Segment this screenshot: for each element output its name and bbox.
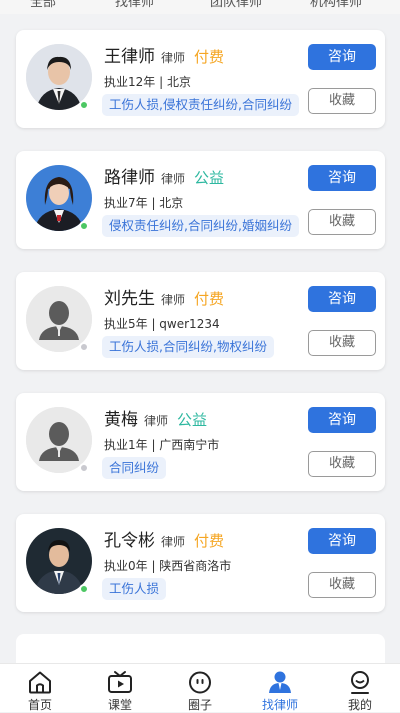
practice-tags: 侵权责任纠纷,合同纠纷,婚姻纠纷 <box>102 215 299 237</box>
consult-button[interactable]: 咨询 <box>308 44 376 70</box>
filter-tab[interactable]: 全部 <box>30 0 56 10</box>
consult-button[interactable]: 咨询 <box>308 286 376 312</box>
online-status-dot <box>79 100 89 110</box>
tab-classroom[interactable]: 课堂 <box>80 664 160 712</box>
lawyer-role: 律师 <box>161 293 186 307</box>
fee-badge: 付费 <box>194 290 225 308</box>
filter-tab[interactable]: 团队律师 <box>210 0 262 10</box>
tab-profile[interactable]: 我的 <box>320 664 400 712</box>
consult-button[interactable]: 咨询 <box>308 528 376 554</box>
tv-icon <box>108 671 132 693</box>
practice-tags: 工伤人损 <box>102 578 167 600</box>
lawyer-meta: 执业12年 | 北京 <box>104 75 191 89</box>
lawyer-card[interactable]: 黄梅 律师 公益 执业1年 | 广西南宁市 合同纠纷 咨询 收藏 <box>16 393 385 491</box>
online-status-dot <box>79 584 89 594</box>
tab-label: 找律师 <box>261 698 298 712</box>
favorite-button[interactable]: 收藏 <box>308 572 376 598</box>
tab-label: 圈子 <box>187 698 212 712</box>
lawyer-card[interactable]: 孔令彬 律师 付费 执业0年 | 陕西省商洛市 工伤人损 咨询 收藏 <box>16 514 385 612</box>
lawyer-card[interactable]: 刘先生 律师 付费 执业5年 | qwer1234 工伤人损,合同纠纷,物权纠纷… <box>16 272 385 370</box>
fee-badge: 付费 <box>194 532 225 550</box>
lawyer-name: 路律师 <box>104 168 155 188</box>
favorite-button[interactable]: 收藏 <box>308 451 376 477</box>
fee-badge: 付费 <box>194 48 225 66</box>
practice-tags: 工伤人损,侵权责任纠纷,合同纠纷 <box>102 94 299 116</box>
favorite-button[interactable]: 收藏 <box>308 209 376 235</box>
tab-circle[interactable]: 圈子 <box>160 664 240 712</box>
lawyer-name: 王律师 <box>104 47 155 67</box>
lawyer-name: 孔令彬 <box>104 531 155 551</box>
filter-tab[interactable]: 机构律师 <box>310 0 362 10</box>
tab-find-lawyer[interactable]: 找律师 <box>240 664 320 712</box>
profile-icon <box>351 671 369 694</box>
home-icon <box>29 671 51 694</box>
lawyer-card[interactable]: 路律师 律师 公益 执业7年 | 北京 侵权责任纠纷,合同纠纷,婚姻纠纷 咨询 … <box>16 151 385 249</box>
consult-button[interactable]: 咨询 <box>308 407 376 433</box>
practice-tags: 合同纠纷 <box>102 457 167 479</box>
tab-home[interactable]: 首页 <box>0 664 80 712</box>
consult-button[interactable]: 咨询 <box>308 165 376 191</box>
tab-label: 我的 <box>347 698 372 712</box>
tab-label: 首页 <box>27 698 52 712</box>
favorite-button[interactable]: 收藏 <box>308 88 376 114</box>
bottom-tab-bar: 首页 课堂 圈子 找律师 我的 <box>0 663 400 712</box>
lawyer-card[interactable]: 王律师 律师 付费 执业12年 | 北京 工伤人损,侵权责任纠纷,合同纠纷 咨询… <box>16 30 385 128</box>
lawyer-meta: 执业0年 | 陕西省商洛市 <box>104 559 232 573</box>
lawyer-name: 黄梅 <box>104 410 138 430</box>
top-filter-strip: 全部 找律师 团队律师 机构律师 <box>0 0 400 14</box>
fee-badge: 公益 <box>194 169 225 187</box>
practice-tags: 工伤人损,合同纠纷,物权纠纷 <box>102 336 274 358</box>
offline-status-dot <box>79 463 89 473</box>
favorite-button[interactable]: 收藏 <box>308 330 376 356</box>
fee-badge: 公益 <box>177 411 208 429</box>
lawyer-role: 律师 <box>161 51 186 65</box>
lawyer-role: 律师 <box>144 414 169 428</box>
lawyer-role: 律师 <box>161 535 186 549</box>
online-status-dot <box>79 221 89 231</box>
tab-label: 课堂 <box>107 698 132 712</box>
lawyer-role: 律师 <box>161 172 186 186</box>
lawyer-meta: 执业7年 | 北京 <box>104 196 184 210</box>
circle-chat-icon <box>189 671 211 694</box>
filter-tab[interactable]: 找律师 <box>115 0 154 10</box>
lawyer-name: 刘先生 <box>104 289 155 309</box>
lawyer-meta: 执业1年 | 广西南宁市 <box>104 438 220 452</box>
lawyer-icon <box>269 671 291 693</box>
lawyer-meta: 执业5年 | qwer1234 <box>104 317 220 331</box>
offline-status-dot <box>79 342 89 352</box>
